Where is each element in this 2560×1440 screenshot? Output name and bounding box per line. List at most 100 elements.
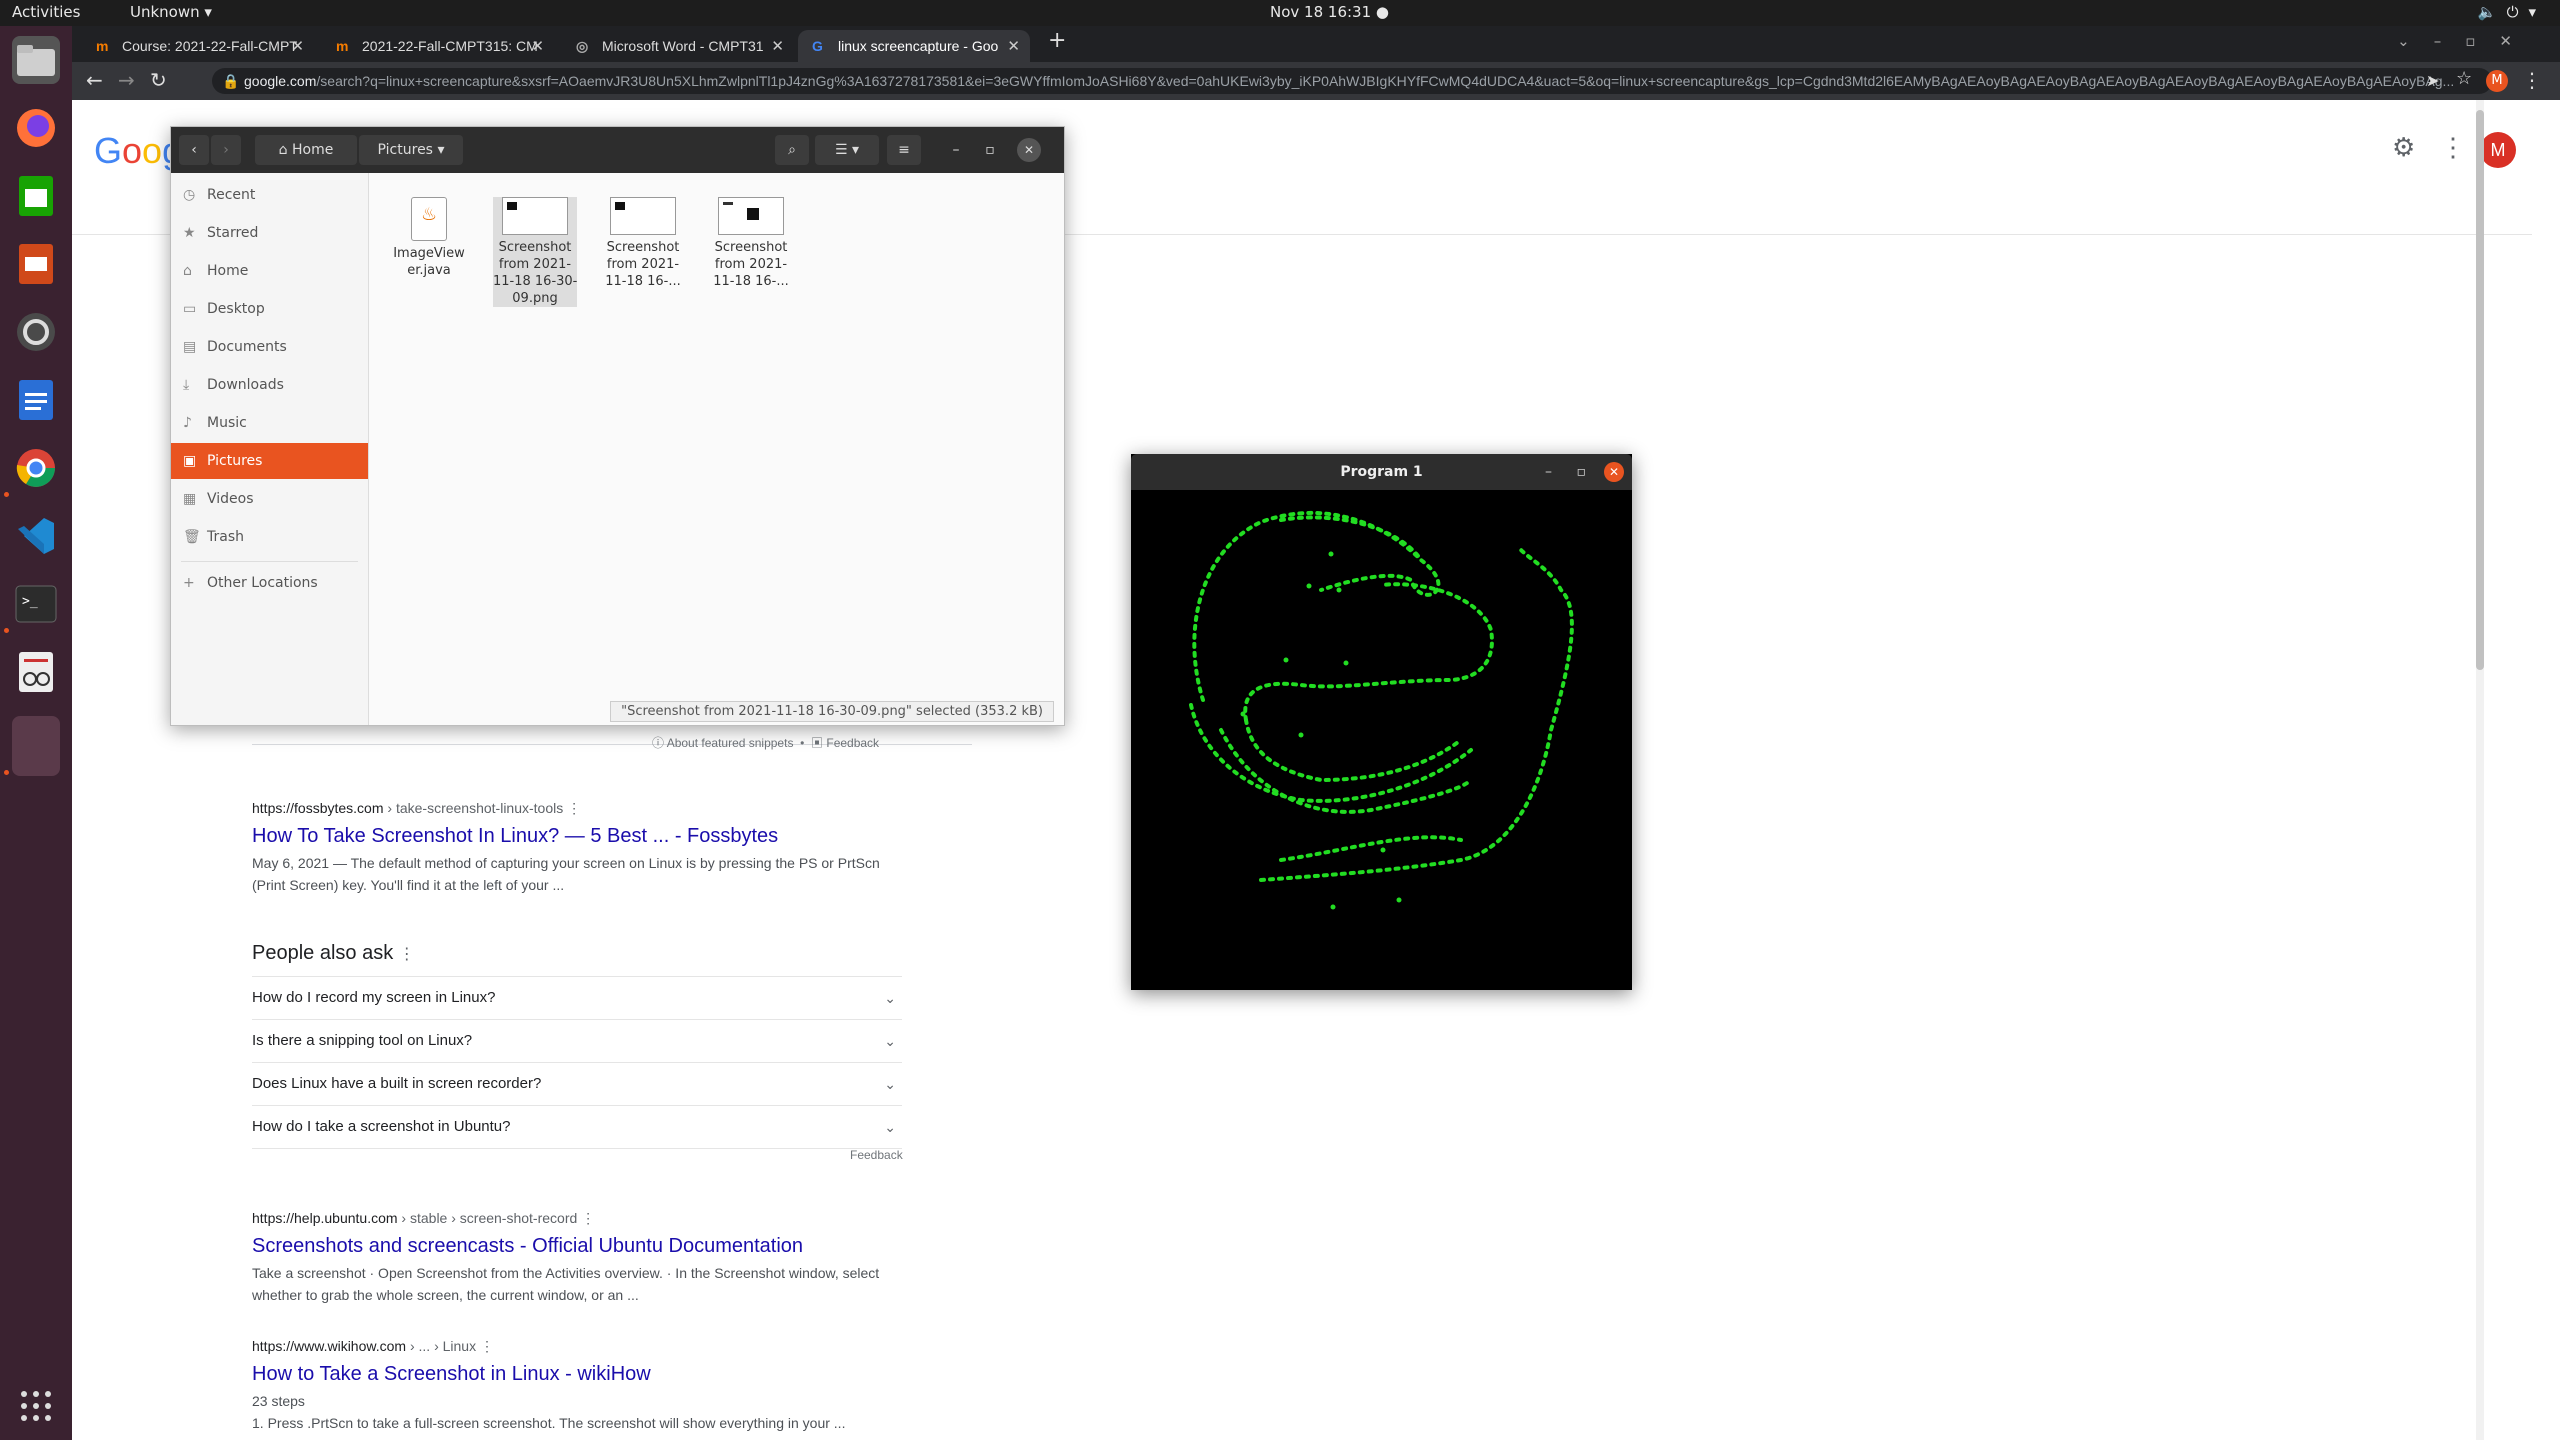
activities-button[interactable]: Activities bbox=[12, 3, 80, 21]
result-cite: https://fossbytes.com › take-screenshot-… bbox=[252, 800, 582, 816]
menu-button[interactable]: ≡ bbox=[887, 135, 921, 165]
close-tab-icon[interactable]: ✕ bbox=[1007, 37, 1020, 55]
close-icon[interactable]: ✕ bbox=[2499, 32, 2536, 50]
tab-cmpt315[interactable]: m 2021-22-Fall-CMPT315: CM ✕ bbox=[322, 30, 554, 62]
sidebar-item-pictures[interactable]: ▣ Pictures bbox=[171, 443, 368, 479]
sidebar-item-recent[interactable]: ◷ Recent bbox=[171, 177, 368, 213]
app-menu[interactable]: Unknown ▾ bbox=[130, 3, 212, 21]
account-avatar[interactable]: M bbox=[2480, 132, 2516, 168]
terminal-icon: >_ bbox=[15, 585, 57, 623]
moodle-icon: m bbox=[336, 38, 349, 54]
tab-course[interactable]: m Course: 2021-22-Fall-CMPT ✕ bbox=[82, 30, 314, 62]
sidebar-item-documents[interactable]: ▤ Documents bbox=[171, 329, 368, 365]
page-scrollbar[interactable] bbox=[2476, 100, 2484, 1440]
tab-title: Microsoft Word - CMPT31 bbox=[602, 38, 764, 54]
maximize-button[interactable]: ▫ bbox=[975, 135, 1005, 165]
back-button[interactable]: ‹ bbox=[179, 135, 209, 165]
minimize-button[interactable]: – bbox=[941, 135, 971, 165]
more-options-icon[interactable]: ⋮ bbox=[581, 1210, 595, 1226]
running-indicator bbox=[4, 770, 9, 775]
sidebar-item-downloads[interactable]: ⤓ Downloads bbox=[171, 367, 368, 403]
menu-kebab-icon[interactable]: ⋮ bbox=[2522, 68, 2542, 92]
reload-icon[interactable]: ↻ bbox=[150, 68, 167, 92]
close-tab-icon[interactable]: ✕ bbox=[291, 37, 304, 55]
chrome-dock-icon[interactable] bbox=[12, 444, 60, 492]
writer-dock-icon[interactable] bbox=[12, 376, 60, 424]
hamburger-icon: ≡ bbox=[898, 142, 910, 158]
calc-dock-icon[interactable] bbox=[12, 172, 60, 220]
file-item-screenshot-selected[interactable]: Screenshot from 2021- 11-18 16-30- 09.pn… bbox=[493, 197, 577, 307]
paa-question[interactable]: Does Linux have a built in screen record… bbox=[252, 1062, 902, 1105]
minimize-icon[interactable]: – bbox=[2434, 32, 2466, 50]
new-tab-button[interactable]: + bbox=[1048, 28, 1066, 53]
vscode-dock-icon[interactable] bbox=[12, 512, 60, 560]
show-apps-button[interactable] bbox=[12, 1382, 60, 1430]
maximize-icon[interactable]: ▫ bbox=[2465, 32, 2499, 50]
file-item-java[interactable]: ♨ ImageView er.java bbox=[387, 197, 471, 279]
send-icon[interactable]: ➤ bbox=[2426, 71, 2439, 90]
url-bar[interactable]: 🔒 google.com/search?q=linux+screencapture… bbox=[212, 68, 2492, 94]
help-icon: ⓘ bbox=[652, 736, 665, 750]
chevron-down-icon: ⌄ bbox=[884, 1119, 896, 1135]
path-pictures-button[interactable]: Pictures ▾ bbox=[359, 135, 463, 165]
java-app-dock-icon[interactable] bbox=[12, 716, 60, 776]
more-options-icon[interactable]: ⋮ bbox=[480, 1338, 494, 1354]
feedback-link[interactable]: Feedback bbox=[826, 736, 879, 750]
result-title-link[interactable]: How to Take a Screenshot in Linux - wiki… bbox=[252, 1363, 912, 1386]
sidebar-item-trash[interactable]: 🗑 Trash bbox=[171, 519, 368, 555]
view-options-button[interactable]: ☰ ▾ bbox=[815, 135, 879, 165]
back-icon[interactable]: ← bbox=[86, 68, 103, 92]
music-icon: ♪ bbox=[183, 415, 192, 431]
more-options-icon[interactable]: ⋮ bbox=[399, 946, 415, 963]
about-featured-link[interactable]: About featured snippets bbox=[667, 736, 794, 750]
file-item-screenshot[interactable]: Screenshot from 2021- 11-18 16-... bbox=[709, 197, 793, 290]
document-viewer-dock-icon[interactable] bbox=[12, 648, 60, 696]
scrollbar-thumb[interactable] bbox=[2476, 110, 2484, 670]
system-tray[interactable]: 🔈⏻▾ bbox=[2478, 3, 2546, 21]
clock[interactable]: Nov 18 16:31 ● bbox=[1270, 3, 1389, 21]
green-scribble-drawing bbox=[1189, 510, 1574, 882]
paa-question[interactable]: Is there a snipping tool on Linux? ⌄ bbox=[252, 1019, 902, 1062]
profile-avatar[interactable]: M bbox=[2486, 70, 2508, 92]
forward-button[interactable]: › bbox=[211, 135, 241, 165]
settings-dock-icon[interactable] bbox=[12, 308, 60, 356]
maximize-button[interactable]: ▫ bbox=[1577, 454, 1587, 490]
gear-icon[interactable]: ⚙ bbox=[2392, 132, 2415, 163]
minimize-button[interactable]: – bbox=[1545, 454, 1552, 490]
path-home-button[interactable]: ⌂ Home bbox=[255, 135, 357, 165]
paa-question[interactable]: How do I take a screenshot in Ubuntu? ⌄ bbox=[252, 1105, 902, 1149]
paa-feedback-link[interactable]: Feedback bbox=[850, 1148, 903, 1162]
close-button[interactable]: ✕ bbox=[1604, 462, 1624, 482]
tab-google[interactable]: Glinux screencapture - Goo ✕ bbox=[798, 30, 1030, 62]
close-tab-icon[interactable]: ✕ bbox=[531, 37, 544, 55]
result-title-link[interactable]: How To Take Screenshot In Linux? — 5 Bes… bbox=[252, 825, 912, 848]
firefox-dock-icon[interactable] bbox=[12, 104, 60, 152]
tab-title: linux screencapture - Goo bbox=[838, 38, 999, 54]
star-icon[interactable]: ☆ bbox=[2456, 68, 2472, 89]
sidebar-item-videos[interactable]: ▦ Videos bbox=[171, 481, 368, 517]
tab-word[interactable]: ◎ Microsoft Word - CMPT31 ✕ bbox=[562, 30, 794, 62]
sidebar-item-desktop[interactable]: ▭ Desktop bbox=[171, 291, 368, 327]
paa-question[interactable]: How do I record my screen in Linux? ⌄ bbox=[252, 976, 902, 1019]
forward-icon[interactable]: → bbox=[118, 68, 135, 92]
files-dock-icon[interactable] bbox=[12, 36, 60, 84]
folder-icon bbox=[17, 45, 55, 76]
file-item-screenshot[interactable]: Screenshot from 2021- 11-18 16-... bbox=[601, 197, 685, 290]
drawing-canvas[interactable] bbox=[1131, 490, 1632, 990]
sidebar-item-starred[interactable]: ★ Starred bbox=[171, 215, 368, 251]
impress-dock-icon[interactable] bbox=[12, 240, 60, 288]
more-options-icon[interactable]: ⋮ bbox=[567, 800, 581, 816]
google-logo[interactable]: Goog bbox=[94, 130, 182, 172]
close-button[interactable]: ✕ bbox=[1017, 138, 1041, 162]
search-button[interactable]: ⌕ bbox=[775, 135, 809, 165]
tab-search-icon[interactable]: ⌄ bbox=[2397, 32, 2434, 50]
sidebar-item-home[interactable]: ⌂ Home bbox=[171, 253, 368, 289]
terminal-dock-icon[interactable]: >_ bbox=[12, 580, 60, 628]
close-tab-icon[interactable]: ✕ bbox=[771, 37, 784, 55]
sidebar-item-other-locations[interactable]: + Other Locations bbox=[171, 565, 368, 601]
list-view-icon: ☰ bbox=[834, 142, 848, 158]
result-cite: https://help.ubuntu.com › stable › scree… bbox=[252, 1210, 596, 1226]
result-title-link[interactable]: Screenshots and screencasts - Official U… bbox=[252, 1235, 912, 1258]
sidebar-item-music[interactable]: ♪ Music bbox=[171, 405, 368, 441]
running-indicator bbox=[4, 628, 9, 633]
